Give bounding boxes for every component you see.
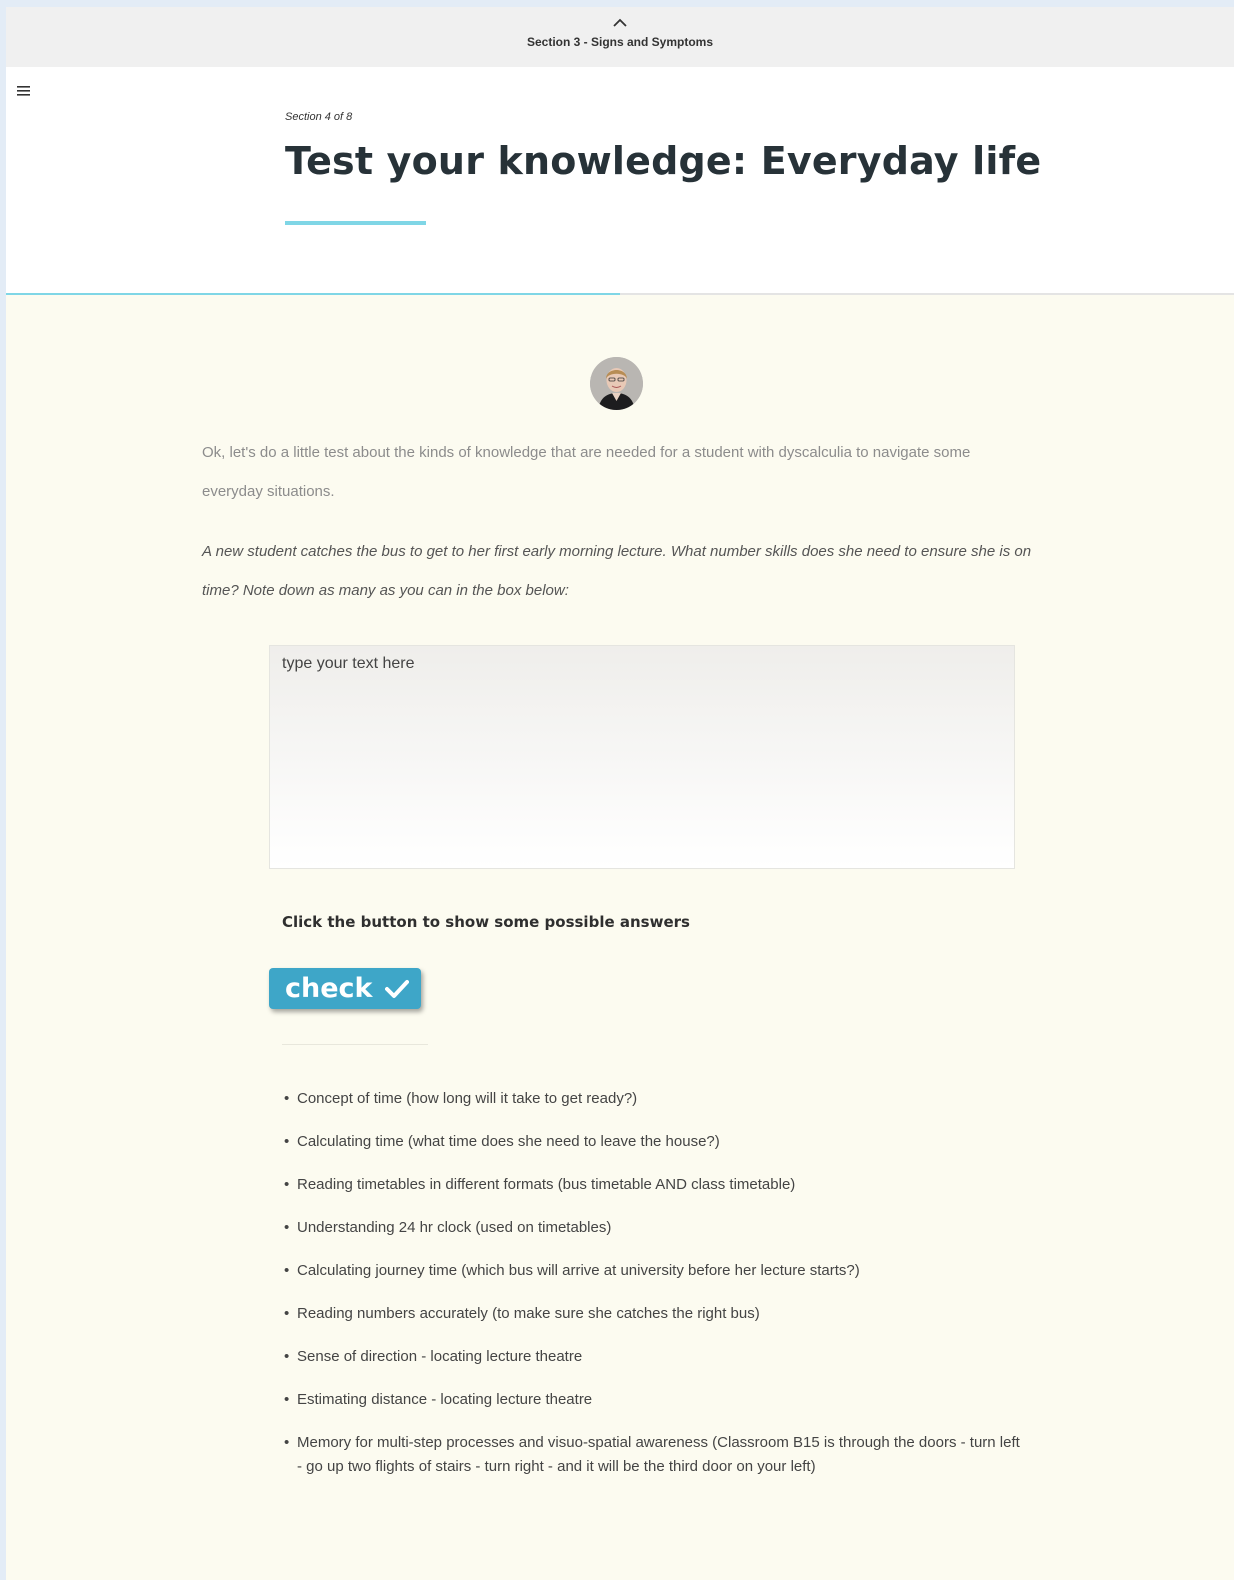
answer-list-item: Reading timetables in different formats … (284, 1173, 1024, 1197)
answer-list-item: Reading numbers accurately (to make sure… (284, 1302, 1024, 1326)
intro-text: Ok, let's do a little test about the kin… (202, 444, 971, 500)
answer-textarea[interactable] (269, 645, 1015, 869)
check-button-label: check (285, 973, 373, 1004)
answer-list-item: Understanding 24 hr clock (used on timet… (284, 1216, 1024, 1240)
answer-list-item: Memory for multi-step processes and visu… (284, 1431, 1024, 1479)
hamburger-menu-icon[interactable] (17, 86, 30, 96)
question-text: A new student catches the bus to get to … (202, 543, 1032, 599)
lesson-progress-fill (6, 293, 620, 295)
check-button[interactable]: check (269, 968, 421, 1009)
checkmark-icon (384, 979, 409, 998)
title-underline (285, 221, 426, 225)
chevron-up-icon[interactable] (612, 18, 628, 28)
answer-list-item: Calculating time (what time does she nee… (284, 1130, 1024, 1154)
divider (282, 1044, 428, 1045)
answer-list-item: Sense of direction - locating lecture th… (284, 1345, 1024, 1369)
previous-section-link[interactable]: Section 3 - Signs and Symptoms (6, 35, 1234, 49)
possible-answers-list: Concept of time (how long will it take t… (284, 1087, 1024, 1498)
previous-section-bar[interactable]: Section 3 - Signs and Symptoms (6, 7, 1234, 67)
person-avatar-icon (590, 357, 643, 410)
answer-list-item: Calculating journey time (which bus will… (284, 1259, 1024, 1283)
lesson-header: Section 4 of 8 Test your knowledge: Ever… (6, 67, 1234, 295)
page-title: Test your knowledge: Everyday life (285, 139, 1042, 183)
section-count: Section 4 of 8 (285, 111, 353, 123)
lesson-progress-bar (6, 293, 1234, 295)
show-answers-hint: Click the button to show some possible a… (282, 913, 690, 931)
answer-list-item: Concept of time (how long will it take t… (284, 1087, 1024, 1111)
answer-list-item: Estimating distance - locating lecture t… (284, 1388, 1024, 1412)
author-avatar (590, 357, 643, 410)
lesson-frame: Section 3 - Signs and Symptoms Section 4… (6, 7, 1234, 1580)
